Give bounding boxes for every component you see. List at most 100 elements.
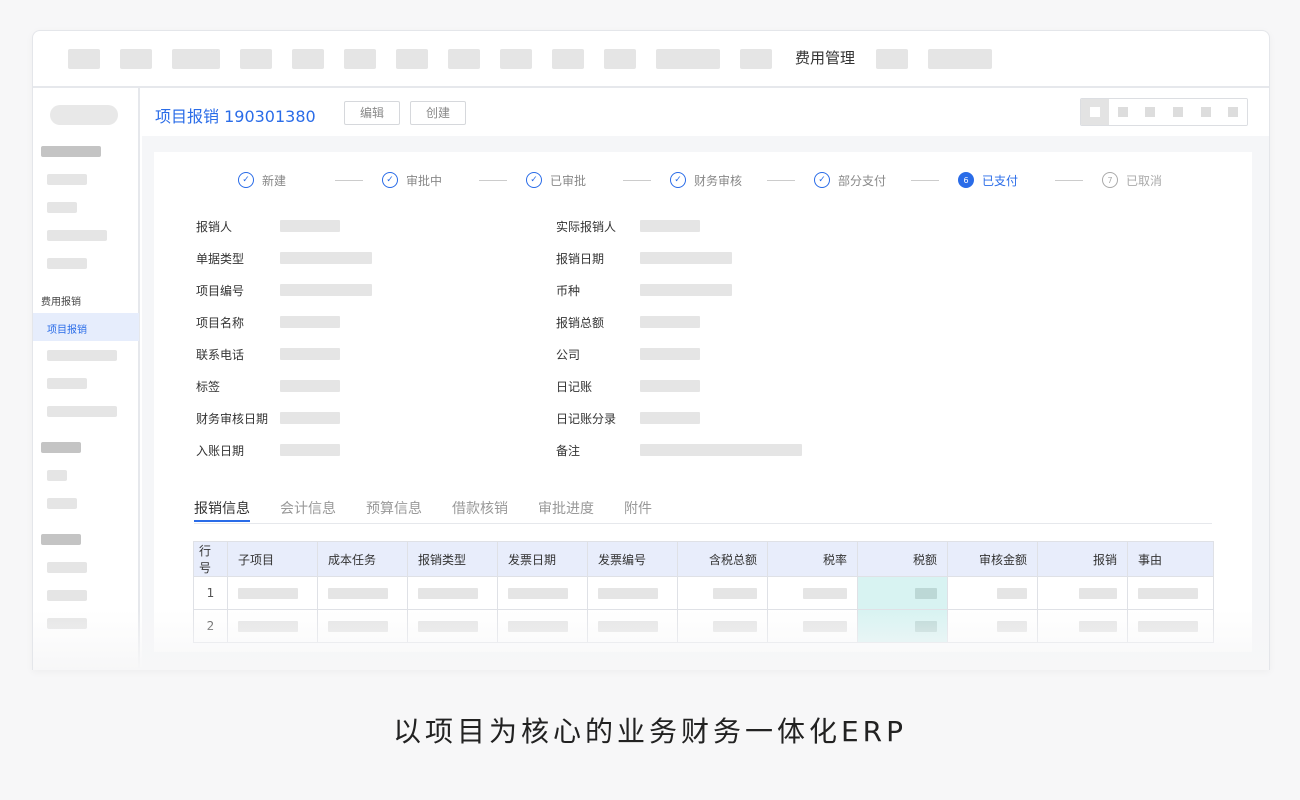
sidebar-item-project-reimbursement[interactable]: 项目报销 bbox=[33, 313, 139, 341]
nav-item-placeholder[interactable] bbox=[552, 49, 584, 69]
view-option[interactable] bbox=[1136, 99, 1165, 125]
table-cell[interactable] bbox=[677, 609, 768, 643]
create-button[interactable]: 创建 bbox=[410, 101, 466, 125]
nav-item-expense-management[interactable]: 费用管理 bbox=[793, 31, 857, 90]
sidebar-item-placeholder[interactable] bbox=[47, 350, 117, 361]
table-cell[interactable] bbox=[317, 609, 408, 643]
column-header[interactable]: 子项目 bbox=[227, 541, 318, 577]
sidebar-search[interactable] bbox=[50, 105, 118, 125]
nav-item-placeholder[interactable] bbox=[120, 49, 152, 69]
sidebar-item-placeholder[interactable] bbox=[47, 202, 77, 213]
field-value[interactable] bbox=[640, 444, 802, 456]
column-header[interactable]: 报销 bbox=[1037, 541, 1128, 577]
table-cell[interactable] bbox=[1037, 576, 1128, 610]
nav-item-placeholder[interactable] bbox=[292, 49, 324, 69]
tab-budget-info[interactable]: 预算信息 bbox=[366, 498, 422, 518]
view-option[interactable] bbox=[1081, 99, 1109, 125]
table-cell[interactable] bbox=[587, 609, 678, 643]
view-option[interactable] bbox=[1219, 99, 1247, 125]
column-header[interactable]: 发票日期 bbox=[497, 541, 588, 577]
sidebar-item-placeholder[interactable] bbox=[47, 498, 77, 509]
field-value[interactable] bbox=[640, 348, 700, 360]
table-cell[interactable] bbox=[947, 576, 1038, 610]
nav-item-placeholder[interactable] bbox=[240, 49, 272, 69]
sidebar-item-placeholder[interactable] bbox=[47, 258, 87, 269]
view-option[interactable] bbox=[1191, 99, 1220, 125]
table-cell[interactable] bbox=[767, 576, 858, 610]
nav-item-placeholder[interactable] bbox=[740, 49, 772, 69]
column-header[interactable]: 含税总额 bbox=[677, 541, 768, 577]
table-row[interactable]: 2 bbox=[193, 609, 1214, 643]
nav-item-placeholder[interactable] bbox=[656, 49, 720, 69]
field-value[interactable] bbox=[640, 284, 732, 296]
tab-attachments[interactable]: 附件 bbox=[624, 498, 652, 518]
table-cell[interactable] bbox=[947, 609, 1038, 643]
table-cell[interactable] bbox=[587, 576, 678, 610]
table-cell[interactable] bbox=[497, 609, 588, 643]
nav-item-placeholder[interactable] bbox=[396, 49, 428, 69]
column-header[interactable]: 发票编号 bbox=[587, 541, 678, 577]
tab-loan-writeoff[interactable]: 借款核销 bbox=[452, 498, 508, 518]
table-cell[interactable] bbox=[227, 576, 318, 610]
sidebar-item-placeholder[interactable] bbox=[47, 562, 87, 573]
field-value[interactable] bbox=[640, 220, 700, 232]
nav-item-placeholder[interactable] bbox=[172, 49, 220, 69]
sidebar-item-placeholder[interactable] bbox=[47, 406, 117, 417]
nav-item-placeholder[interactable] bbox=[500, 49, 532, 69]
column-header[interactable]: 成本任务 bbox=[317, 541, 408, 577]
edit-button[interactable]: 编辑 bbox=[344, 101, 400, 125]
view-option[interactable] bbox=[1164, 99, 1192, 125]
nav-item-placeholder[interactable] bbox=[68, 49, 100, 69]
sidebar-item-placeholder[interactable] bbox=[47, 174, 87, 185]
sidebar-item-placeholder[interactable] bbox=[47, 470, 67, 481]
check-icon: ✓ bbox=[670, 172, 686, 188]
column-header[interactable]: 行号 bbox=[193, 541, 228, 577]
view-option[interactable] bbox=[1108, 99, 1137, 125]
sidebar-item-placeholder[interactable] bbox=[47, 230, 107, 241]
tab-accounting-info[interactable]: 会计信息 bbox=[280, 498, 336, 518]
table-cell[interactable] bbox=[497, 576, 588, 610]
table-cell[interactable] bbox=[1127, 609, 1214, 643]
nav-item-placeholder[interactable] bbox=[604, 49, 636, 69]
table-cell[interactable] bbox=[1127, 576, 1214, 610]
table-cell[interactable] bbox=[1037, 609, 1128, 643]
column-header[interactable]: 税额 bbox=[857, 541, 948, 577]
table-cell[interactable] bbox=[407, 576, 498, 610]
field-value[interactable] bbox=[280, 252, 372, 264]
nav-item-placeholder[interactable] bbox=[344, 49, 376, 69]
field-value[interactable] bbox=[280, 348, 340, 360]
column-header[interactable]: 审核金额 bbox=[947, 541, 1038, 577]
table-cell[interactable] bbox=[677, 576, 768, 610]
cell-value bbox=[713, 588, 757, 599]
step-label: 已支付 bbox=[982, 173, 1019, 188]
field-value[interactable] bbox=[280, 412, 340, 424]
table-cell[interactable] bbox=[767, 609, 858, 643]
field-value[interactable] bbox=[640, 412, 700, 424]
nav-item-placeholder[interactable] bbox=[448, 49, 480, 69]
table-cell[interactable] bbox=[317, 576, 408, 610]
field-value[interactable] bbox=[640, 252, 732, 264]
table-cell[interactable] bbox=[227, 609, 318, 643]
tab-approval-progress[interactable]: 审批进度 bbox=[538, 498, 594, 518]
sidebar-item-placeholder[interactable] bbox=[47, 378, 87, 389]
table-cell[interactable] bbox=[407, 609, 498, 643]
table-row[interactable]: 1 bbox=[193, 576, 1214, 610]
field-value[interactable] bbox=[280, 444, 340, 456]
field-value[interactable] bbox=[280, 220, 340, 232]
field-value[interactable] bbox=[280, 316, 340, 328]
field-value[interactable] bbox=[640, 316, 700, 328]
nav-item-placeholder[interactable] bbox=[876, 49, 908, 69]
field-value[interactable] bbox=[280, 284, 372, 296]
field-value[interactable] bbox=[640, 380, 700, 392]
column-header[interactable]: 报销类型 bbox=[407, 541, 498, 577]
sidebar-item-placeholder[interactable] bbox=[47, 590, 87, 601]
column-header[interactable]: 税率 bbox=[767, 541, 858, 577]
tab-reimbursement-info[interactable]: 报销信息 bbox=[194, 498, 250, 522]
sidebar-item-placeholder[interactable] bbox=[47, 618, 87, 629]
column-header[interactable]: 事由 bbox=[1127, 541, 1214, 577]
table-cell-highlighted[interactable] bbox=[857, 576, 948, 610]
table-cell-highlighted[interactable] bbox=[857, 609, 948, 643]
nav-item-placeholder[interactable] bbox=[928, 49, 992, 69]
field-value[interactable] bbox=[280, 380, 340, 392]
field-label: 实际报销人 bbox=[556, 220, 617, 234]
